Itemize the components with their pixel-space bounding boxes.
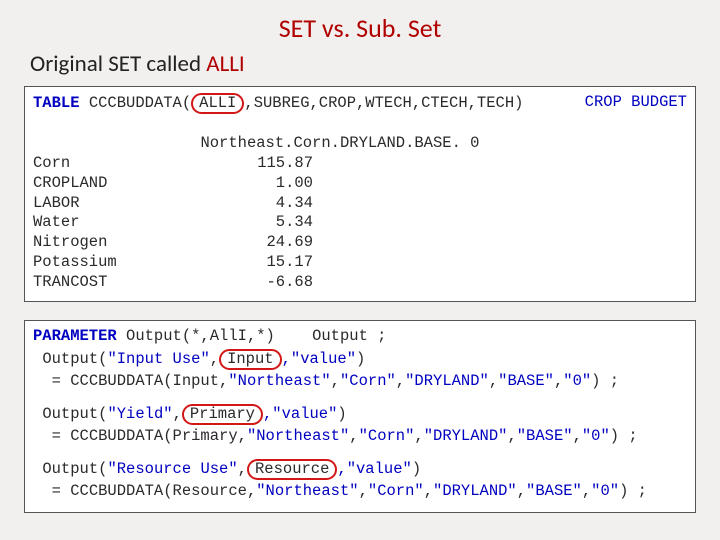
- row-label: Potassium: [33, 253, 193, 273]
- row-value: 24.69: [193, 233, 313, 253]
- quoted-string: "0": [582, 427, 610, 445]
- quoted-string: "Corn": [359, 427, 415, 445]
- row-value: 4.34: [193, 194, 313, 214]
- table-keyword: TABLE: [33, 94, 80, 112]
- set-circle: Resource: [247, 459, 337, 480]
- quoted-string: "Corn": [368, 482, 424, 500]
- table-row: Nitrogen24.69: [33, 233, 687, 253]
- row-value: -6.68: [193, 273, 313, 293]
- table-sig-rest: SUBREG,CROP,WTECH,CTECH,TECH): [254, 94, 524, 112]
- row-value: 1.00: [193, 174, 313, 194]
- slide: SET vs. Sub. Set Original SET called ALL…: [0, 0, 720, 540]
- row-label: Water: [33, 213, 193, 233]
- quoted-string: "BASE": [498, 372, 554, 390]
- table-decl: TABLE CCCBUDDATA(ALLI,SUBREG,CROP,WTECH,…: [33, 93, 523, 114]
- alli-circle: ALLI: [191, 93, 244, 114]
- table-row: Potassium15.17: [33, 253, 687, 273]
- quoted-value: ,"value": [282, 350, 356, 368]
- slide-subtitle: Original SET called ALLI: [30, 50, 696, 78]
- quoted-string: "DRYLAND": [433, 482, 517, 500]
- group-gap: [33, 394, 687, 404]
- table-right-label: CROP BUDGET: [585, 93, 687, 114]
- table-heading: Northeast.Corn.DRYLAND.BASE. 0: [33, 134, 687, 154]
- row-value: 5.34: [193, 213, 313, 233]
- quoted-string: "Northeast": [228, 372, 330, 390]
- table-row: LABOR4.34: [33, 194, 687, 214]
- table-header-row: TABLE CCCBUDDATA(ALLI,SUBREG,CROP,WTECH,…: [33, 93, 687, 114]
- table-scenario: Northeast.Corn.DRYLAND.BASE. 0: [200, 134, 479, 152]
- quoted-string: "BASE": [526, 482, 582, 500]
- group-gap: [33, 449, 687, 459]
- param-decl-a: Output(*,: [117, 327, 210, 345]
- set-circle: Input: [219, 349, 282, 370]
- param-decl-b: ,*) Output ;: [247, 327, 387, 345]
- subtitle-key: ALLI: [206, 50, 244, 78]
- row-label: LABOR: [33, 194, 193, 214]
- quoted-string: "Corn": [340, 372, 396, 390]
- quoted-string: "0": [563, 372, 591, 390]
- quoted-string: "Northeast": [247, 427, 349, 445]
- quoted-value: ,"value": [263, 405, 337, 423]
- quoted-label: "Resource Use": [107, 460, 237, 478]
- row-label: TRANCOST: [33, 273, 193, 293]
- table-row: Water5.34: [33, 213, 687, 233]
- quoted-string: "0": [591, 482, 619, 500]
- subtitle-prefix: Original SET called: [30, 50, 206, 78]
- parameter-decl: PARAMETER Output(*,AllI,*) Output ;: [33, 327, 687, 347]
- table-row: TRANCOST-6.68: [33, 273, 687, 293]
- row-label: Corn: [33, 154, 193, 174]
- row-value: 115.87: [193, 154, 313, 174]
- row-value: 15.17: [193, 253, 313, 273]
- quoted-label: "Input Use": [107, 350, 209, 368]
- table-row: Corn115.87: [33, 154, 687, 174]
- parameter-keyword: PARAMETER: [33, 327, 117, 345]
- output-rhs: = CCCBUDDATA(Resource,"Northeast","Corn"…: [33, 482, 687, 502]
- output-lhs: Output("Input Use",Input,"value"): [33, 349, 687, 370]
- slide-title: SET vs. Sub. Set: [24, 12, 696, 44]
- table-rows: Corn115.87CROPLAND1.00LABOR4.34Water5.34…: [33, 154, 687, 293]
- parameter-box: PARAMETER Output(*,AllI,*) Output ; Outp…: [24, 320, 696, 513]
- output-lhs: Output("Yield",Primary,"value"): [33, 404, 687, 425]
- quoted-string: "Northeast": [256, 482, 358, 500]
- quoted-label: "Yield": [107, 405, 172, 423]
- quoted-string: "BASE": [517, 427, 573, 445]
- quoted-string: "DRYLAND": [424, 427, 508, 445]
- quoted-string: "DRYLAND": [405, 372, 489, 390]
- row-label: CROPLAND: [33, 174, 193, 194]
- param-decl-key: AllI: [210, 327, 247, 345]
- quoted-value: ,"value": [337, 460, 411, 478]
- output-rhs: = CCCBUDDATA(Input,"Northeast","Corn","D…: [33, 372, 687, 392]
- table-name: CCCBUDDATA: [89, 94, 182, 112]
- row-label: Nitrogen: [33, 233, 193, 253]
- table-box: TABLE CCCBUDDATA(ALLI,SUBREG,CROP,WTECH,…: [24, 86, 696, 302]
- output-lhs: Output("Resource Use",Resource,"value"): [33, 459, 687, 480]
- table-row: CROPLAND1.00: [33, 174, 687, 194]
- output-rhs: = CCCBUDDATA(Primary,"Northeast","Corn",…: [33, 427, 687, 447]
- parameter-groups: Output("Input Use",Input,"value") = CCCB…: [33, 349, 687, 502]
- set-circle: Primary: [182, 404, 263, 425]
